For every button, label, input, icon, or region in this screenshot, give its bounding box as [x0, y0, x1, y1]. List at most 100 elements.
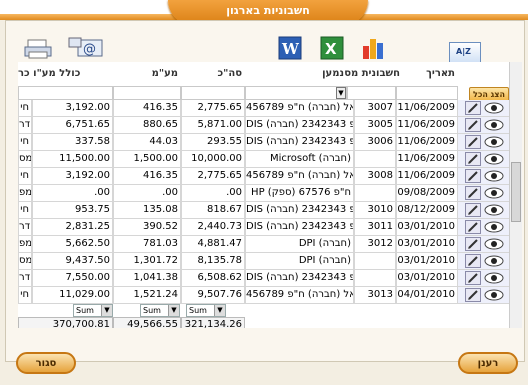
table-row[interactable]: מפ .00.00.00 HP (ספק) ח"פ 67576 09/08/2009	[18, 185, 509, 202]
filter-vat[interactable]	[113, 86, 181, 100]
col-header-payee[interactable]: נמען	[245, 62, 347, 86]
edit-pencil-icon[interactable]	[465, 237, 481, 251]
eye-icon[interactable]	[484, 170, 504, 182]
eye-icon[interactable]	[484, 238, 504, 250]
table-row[interactable]: דר2,831.25390.522,440.73DIS (חברה) ח"פ 2…	[18, 219, 509, 236]
table-row[interactable]: חי953.75135.08818.67DIS (חברה) ח"פ 23423…	[18, 202, 509, 219]
cell-invoice-no	[354, 270, 396, 287]
eye-icon[interactable]	[484, 272, 504, 284]
cell-total: 8,135.78	[181, 253, 245, 270]
cell-payee: HP (ספק) ח"פ 67576	[245, 185, 354, 202]
cell-invoice-no: 3007	[354, 100, 396, 117]
cell-date: 03/01/2010	[396, 253, 458, 270]
edit-pencil-icon[interactable]	[465, 220, 481, 234]
cell-invoice-no	[354, 151, 396, 168]
table-row[interactable]: מס 9,437.50 1,301.72 8,135.78 DPI (חברה) 03/0…	[18, 253, 509, 270]
table-row[interactable]: דר6,751.65880.655,871.00DIS (חברה) ח"פ 2…	[18, 117, 509, 134]
cell-extra: דר	[18, 117, 32, 134]
cell-extra: חי	[18, 168, 32, 185]
filter-total-incl-vat[interactable]	[18, 86, 113, 100]
cell-extra: מפ	[18, 185, 32, 202]
cell-vat: 1,500.00	[113, 151, 181, 168]
table-row[interactable]: חי3,192.00416.352,775.65רפאל (חברה) ח"פ …	[18, 168, 509, 185]
cell-total-incl-vat: 337.58	[32, 134, 113, 151]
edit-pencil-icon[interactable]	[465, 101, 481, 115]
filter-invoice-no[interactable]	[347, 86, 396, 100]
invoices-window: חשבוניות בארגון @ W X A|Z סה"כ כולל מע"ו…	[0, 0, 528, 385]
chevron-down-icon: ▼	[168, 305, 179, 316]
cell-extra: מפ	[18, 236, 32, 253]
eye-icon[interactable]	[484, 204, 504, 216]
close-button[interactable]: סגור	[16, 352, 76, 374]
table-row[interactable]: חי3,192.00416.352,775.65רפאל (חברה) ח"פ …	[18, 100, 509, 117]
filter-total[interactable]	[181, 86, 245, 100]
svg-text:X: X	[325, 40, 337, 58]
eye-icon[interactable]	[484, 119, 504, 131]
col-header-date[interactable]: תאריך	[396, 62, 458, 86]
cell-payee: DPI (חברה)	[245, 253, 354, 270]
table-row[interactable]: מפ 5,662.50 781.03 4,881.47 DPI (חברה) 3012 03…	[18, 236, 509, 253]
edit-pencil-icon[interactable]	[465, 118, 481, 132]
cell-payee: רפאל (חברה) ח"פ 456789	[245, 287, 354, 304]
cell-date: 03/01/2010	[396, 219, 458, 236]
edit-pencil-icon[interactable]	[465, 135, 481, 149]
chart-icon[interactable]	[361, 36, 389, 60]
eye-icon[interactable]	[484, 187, 504, 199]
cell-date: 11/06/2009	[396, 151, 458, 168]
cell-invoice-no: 3011	[354, 219, 396, 236]
eye-icon[interactable]	[484, 255, 504, 267]
cell-payee: DPI (חברה)	[245, 236, 354, 253]
cell-vat: 390.52	[113, 219, 181, 236]
cell-vat: 781.03	[113, 236, 181, 253]
cell-total: .00	[181, 185, 245, 202]
sort-icon[interactable]: A|Z	[449, 42, 481, 64]
col-header-total[interactable]: סה"כ	[181, 62, 245, 86]
chevron-down-icon: ▼	[214, 305, 225, 316]
cell-payee: רפאל (חברה) ח"פ 456789	[245, 168, 354, 185]
edit-pencil-icon[interactable]	[465, 254, 481, 268]
cell-date: 11/06/2009	[396, 168, 458, 185]
eye-icon[interactable]	[484, 136, 504, 148]
cell-invoice-no: 3008	[354, 168, 396, 185]
filter-dropdown-arrow[interactable]: ▼	[336, 87, 346, 99]
aggregate-select-vat[interactable]: Sum ▼	[140, 304, 180, 317]
cell-total-incl-vat: 3,192.00	[32, 168, 113, 185]
filter-payee[interactable]: ▼	[245, 86, 347, 100]
cell-vat: .00	[113, 185, 181, 202]
aggregate-label: Sum	[76, 306, 94, 315]
email-icon[interactable]: @	[68, 36, 104, 60]
word-icon[interactable]: W	[278, 36, 302, 60]
edit-pencil-icon[interactable]	[465, 152, 481, 166]
filter-date[interactable]	[396, 86, 458, 100]
edit-pencil-icon[interactable]	[465, 271, 481, 285]
scrollbar-thumb[interactable]	[511, 162, 521, 222]
eye-icon[interactable]	[484, 153, 504, 165]
col-header-total-incl-vat[interactable]: סה"כ כולל מע"ו כר	[18, 62, 84, 86]
vertical-scrollbar[interactable]	[509, 62, 522, 328]
edit-pencil-icon[interactable]	[465, 169, 481, 183]
col-header-invoice-no[interactable]: חשבונית מס	[333, 62, 403, 86]
print-icon[interactable]	[24, 38, 54, 60]
cell-total: 10,000.00	[181, 151, 245, 168]
table-row[interactable]: דר7,550.001,041.386,508.62DIS (חברה) ח"פ…	[18, 270, 509, 287]
edit-pencil-icon[interactable]	[465, 288, 481, 302]
aggregate-select-total-incl-vat[interactable]: Sum ▼	[73, 304, 113, 317]
cell-vat: 880.65	[113, 117, 181, 134]
table-row[interactable]: חי11,029.001,521.249,507.76רפאל (חברה) ח…	[18, 287, 509, 304]
col-header-vat[interactable]: מע"מ	[113, 62, 181, 86]
refresh-button[interactable]: רענן	[458, 352, 518, 374]
eye-icon[interactable]	[484, 102, 504, 114]
svg-text:W: W	[281, 40, 300, 58]
cell-total-incl-vat: 5,662.50	[32, 236, 113, 253]
table-row[interactable]: מס 11,500.00 1,500.00 10,000.00 Microsoft (ח…	[18, 151, 509, 168]
aggregate-select-total[interactable]: Sum ▼	[186, 304, 226, 317]
cell-date: 11/06/2009	[396, 100, 458, 117]
cell-extra: חי	[18, 134, 32, 151]
cell-total: 818.67	[181, 202, 245, 219]
eye-icon[interactable]	[484, 221, 504, 233]
eye-icon[interactable]	[484, 289, 504, 301]
edit-pencil-icon[interactable]	[465, 186, 481, 200]
edit-pencil-icon[interactable]	[465, 203, 481, 217]
table-row[interactable]: חי337.5844.03293.55DIS (חברה) ח"פ 234234…	[18, 134, 509, 151]
excel-icon[interactable]: X	[320, 36, 344, 60]
